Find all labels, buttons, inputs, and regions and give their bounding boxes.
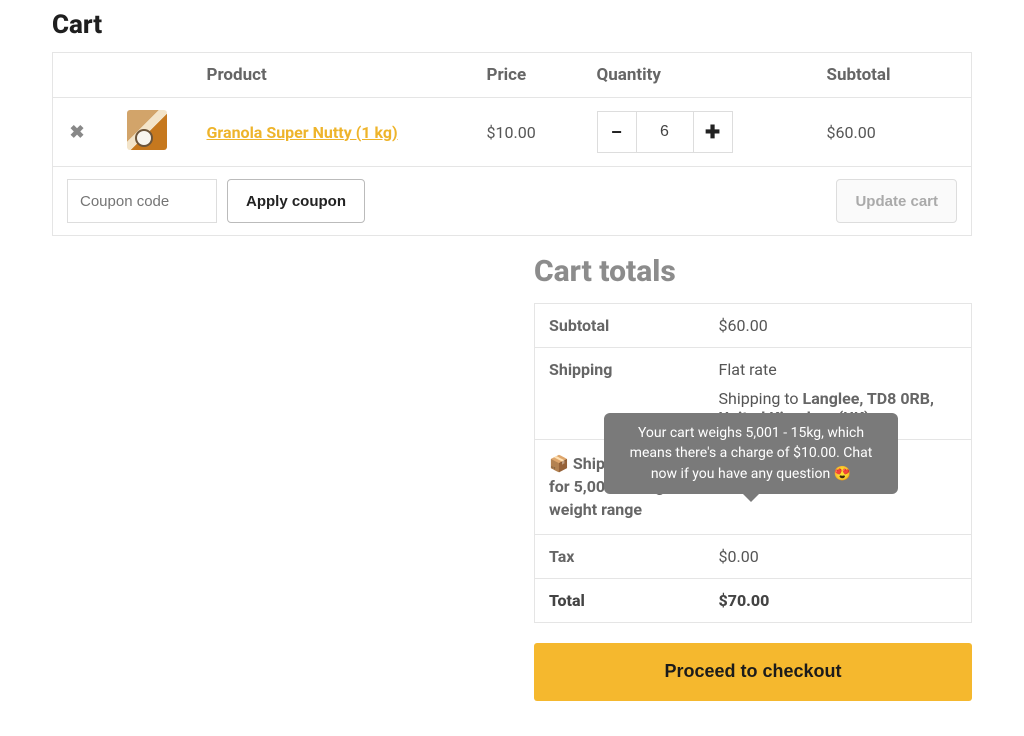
- col-price-header: Price: [473, 53, 583, 98]
- tax-label: Tax: [535, 534, 705, 578]
- proceed-to-checkout-button[interactable]: Proceed to checkout: [534, 643, 972, 701]
- col-thumb-header: [113, 53, 193, 98]
- shipping-to-prefix: Shipping to: [719, 389, 803, 408]
- tax-value: $0.00: [705, 534, 972, 578]
- total-value: $70.00: [705, 578, 972, 622]
- quantity-increase-button[interactable]: ✚: [693, 111, 733, 153]
- col-subtotal-header: Subtotal: [813, 53, 972, 98]
- col-product-header: Product: [193, 53, 473, 98]
- quantity-decrease-button[interactable]: −: [597, 111, 637, 153]
- apply-coupon-button[interactable]: Apply coupon: [227, 179, 365, 223]
- cart-totals-title: Cart totals: [534, 254, 972, 289]
- package-icon: 📦: [549, 454, 569, 473]
- coupon-input[interactable]: [67, 179, 217, 223]
- product-link[interactable]: Granola Super Nutty (1 kg): [207, 123, 398, 142]
- total-label: Total: [535, 578, 705, 622]
- page-title: Cart: [52, 10, 972, 40]
- shipping-method: Flat rate: [719, 360, 958, 379]
- cart-actions-row: Apply coupon Update cart: [53, 167, 972, 236]
- item-price: $10.00: [487, 123, 536, 142]
- subtotal-label: Subtotal: [535, 304, 705, 348]
- product-thumbnail[interactable]: [127, 110, 167, 150]
- col-remove-header: [53, 53, 113, 98]
- quantity-input[interactable]: [637, 111, 693, 153]
- subtotal-value: $60.00: [705, 304, 972, 348]
- item-subtotal: $60.00: [827, 123, 876, 142]
- remove-item-icon[interactable]: ✖: [67, 122, 87, 143]
- table-row: ✖ Granola Super Nutty (1 kg) $10.00 − ✚ …: [53, 98, 972, 167]
- quantity-stepper: − ✚: [597, 111, 733, 153]
- col-quantity-header: Quantity: [583, 53, 813, 98]
- shipping-rate-tooltip: Your cart weighs 5,001 - 15kg, which mea…: [604, 413, 898, 494]
- cart-table: Product Price Quantity Subtotal ✖ Granol…: [52, 52, 972, 236]
- update-cart-button[interactable]: Update cart: [836, 179, 957, 223]
